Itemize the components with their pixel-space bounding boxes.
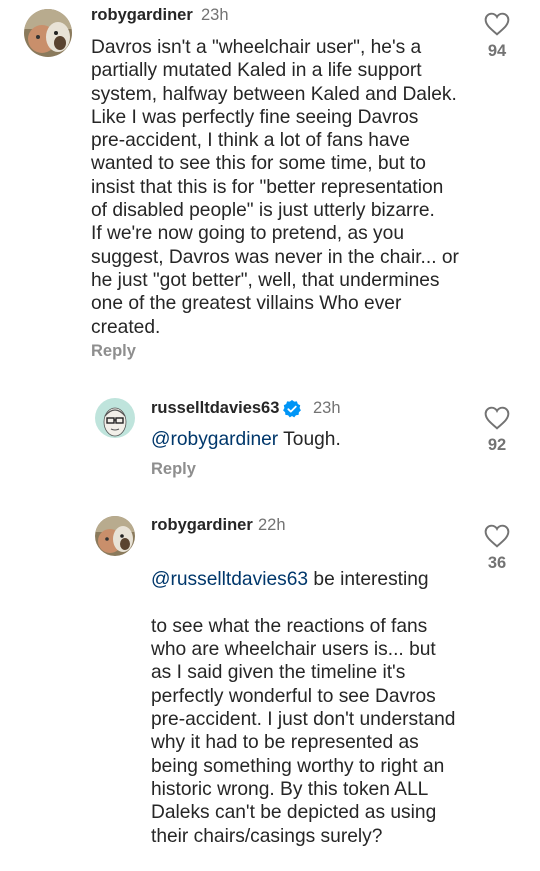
comment-timestamp: 23h — [313, 399, 341, 417]
comment-text: @russelltdavies63 be interesting to see … — [151, 545, 471, 871]
heart-outline-icon[interactable] — [484, 406, 510, 430]
comment-text-content: to see what the reactions of fans who ar… — [151, 615, 456, 847]
comment-text-first-line: be interesting — [308, 569, 429, 591]
mention-link[interactable]: @russelltdavies63 — [151, 569, 308, 590]
comment-text: Davros isn't a "wheelchair user", he's a… — [91, 37, 459, 338]
comment-username[interactable]: robygardiner — [91, 6, 193, 25]
avatar-russelltdavies63[interactable] — [95, 398, 135, 438]
comment-username[interactable]: russelltdavies63 — [151, 399, 279, 418]
reply-button[interactable]: Reply — [151, 460, 196, 479]
like-count: 36 — [487, 554, 507, 572]
comment-text: @robygardiner Tough. — [151, 428, 471, 451]
avatar-robygardiner[interactable] — [24, 9, 72, 57]
comment-timestamp: 22h — [258, 516, 286, 534]
comment-username[interactable]: robygardiner — [151, 516, 253, 535]
reply-button[interactable]: Reply — [91, 342, 136, 361]
comment-text-content: Tough. — [278, 429, 341, 450]
like-count: 92 — [487, 436, 507, 454]
comment-2: russelltdavies63 23h @robygardiner Tough… — [0, 390, 540, 500]
verified-badge-icon — [282, 399, 302, 419]
like-count: 94 — [487, 42, 507, 60]
heart-outline-icon[interactable] — [484, 524, 510, 548]
avatar-robygardiner[interactable] — [95, 516, 135, 556]
comment-3: robygardiner 22h @russelltdavies63 be in… — [0, 508, 540, 847]
heart-outline-icon[interactable] — [484, 12, 510, 36]
comment-1: robygardiner 23h Davros isn't a "wheelch… — [0, 0, 540, 380]
mention-link[interactable]: @robygardiner — [151, 429, 278, 450]
comment-timestamp: 23h — [201, 6, 229, 24]
